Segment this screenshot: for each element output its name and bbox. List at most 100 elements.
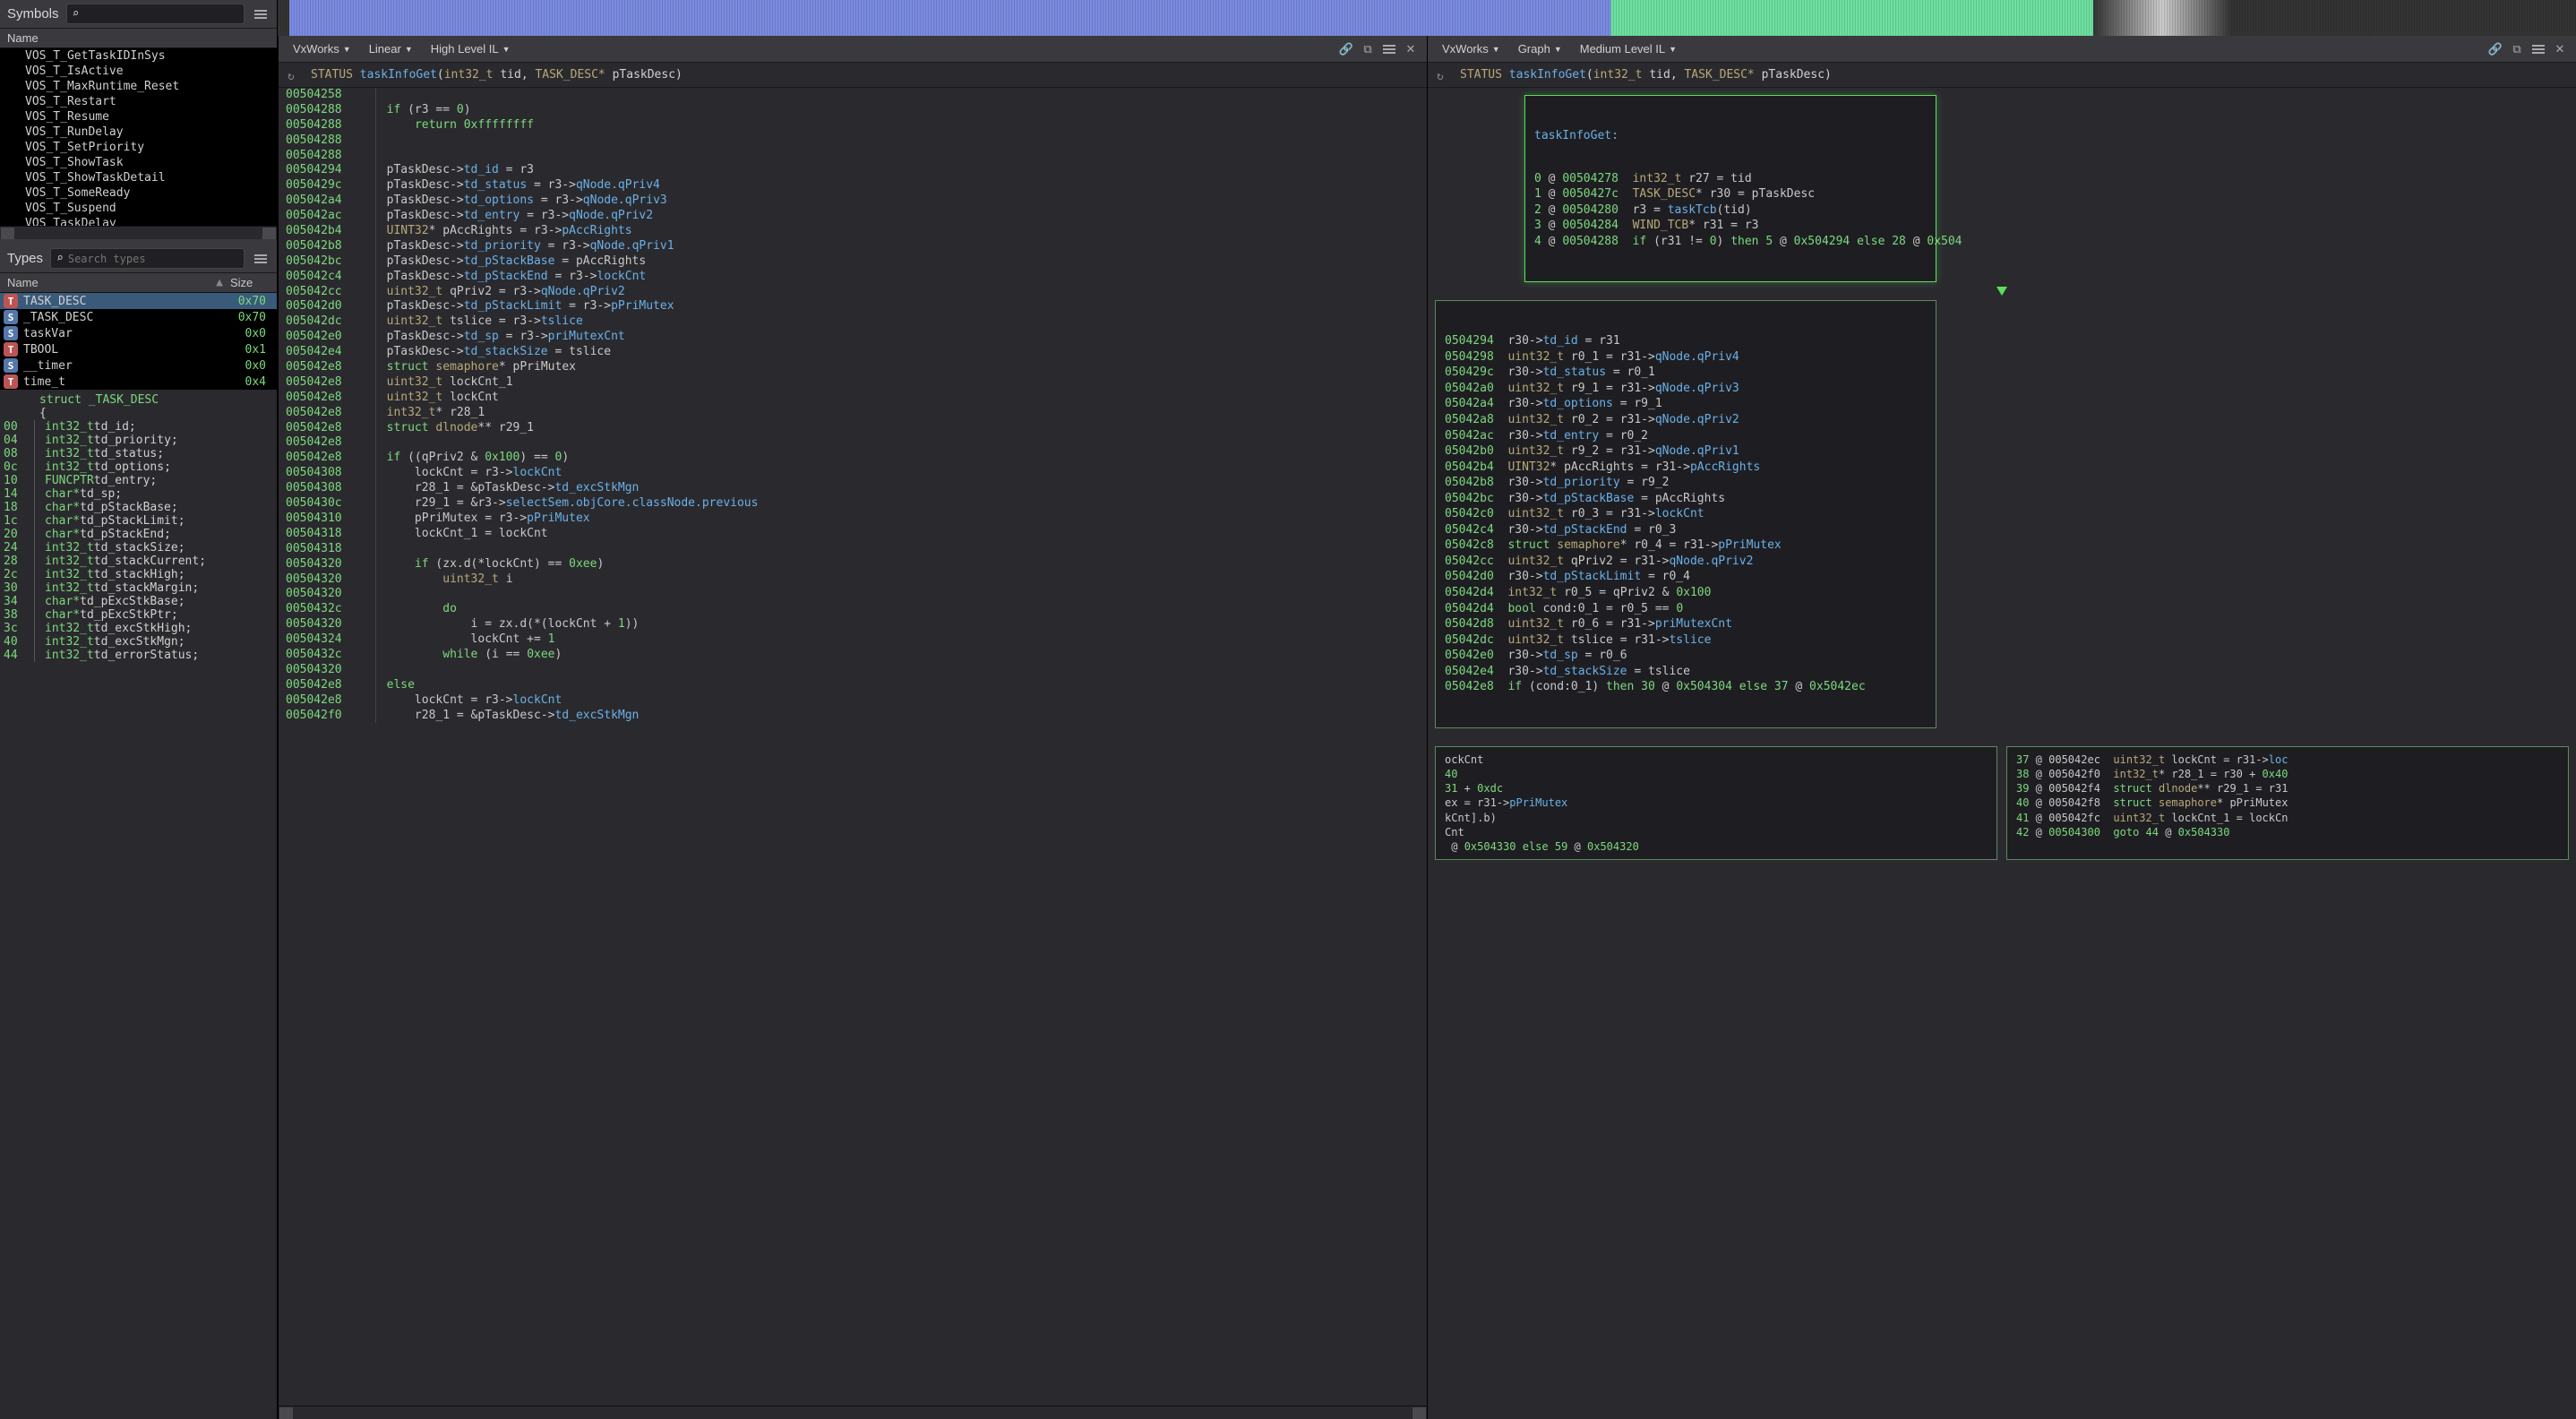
graph-line[interactable]: 05042d0 r30->td_pStackLimit = r0_4 xyxy=(1445,569,1927,585)
code-line[interactable]: 00504320 xyxy=(279,587,1427,602)
symbol-item[interactable]: VOS_T_SetPriority xyxy=(0,140,277,155)
graph-line[interactable]: 05042d4 bool cond:0_1 = r0_5 == 0 xyxy=(1445,601,1927,617)
graph-line[interactable]: 05042b8 r30->td_priority = r9_2 xyxy=(1445,475,1927,491)
symbol-item[interactable]: VOS_T_RunDelay xyxy=(0,125,277,140)
graph-node-main[interactable]: 0504294 r30->td_id = r310504298 uint32_t… xyxy=(1435,300,1936,728)
symbol-item[interactable]: VOS_T_Suspend xyxy=(0,201,277,216)
scroll-right-icon[interactable] xyxy=(1413,1407,1426,1419)
graph-line[interactable]: 38 @ 005042f0 int32_t* r28_1 = r30 + 0x4… xyxy=(2016,767,2559,781)
symbols-hscroll[interactable] xyxy=(0,226,277,239)
code-line[interactable]: 005042b8pTaskDesc->td_priority = r3->qNo… xyxy=(279,239,1427,254)
code-line[interactable]: 00504318 lockCnt_1 = lockCnt xyxy=(279,527,1427,542)
struct-field[interactable]: 28 int32_t td_stackCurrent; xyxy=(0,555,277,568)
code-line[interactable]: 0050429cpTaskDesc->td_status = r3->qNode… xyxy=(279,178,1427,194)
symbol-item[interactable]: VOS_T_MaxRuntime_Reset xyxy=(0,79,277,94)
code-line[interactable]: 00504320 i = zx.d(*(lockCnt + 1)) xyxy=(279,617,1427,632)
symbol-item[interactable]: VOS_T_ShowTaskDetail xyxy=(0,170,277,185)
graph-line[interactable]: 05042b4 UINT32* pAccRights = r31->pAccRi… xyxy=(1445,460,1927,476)
graph-line[interactable]: Cnt xyxy=(1445,825,1988,839)
code-line[interactable]: 00504308 r28_1 = &pTaskDesc->td_excStkMg… xyxy=(279,481,1427,496)
type-row[interactable]: S__timer0x0 xyxy=(0,357,277,374)
symbol-item[interactable]: VOS_T_IsActive xyxy=(0,64,277,79)
type-row[interactable]: S_TASK_DESC0x70 xyxy=(0,309,277,325)
code-line[interactable]: 005042e0pTaskDesc->td_sp = r3->priMutexC… xyxy=(279,330,1427,345)
graph-line[interactable]: 37 @ 005042ec uint32_t lockCnt = r31->lo… xyxy=(2016,752,2559,767)
code-line[interactable]: 005042dcuint32_t tslice = r3->tslice xyxy=(279,314,1427,330)
code-line[interactable]: 00504320 if (zx.d(*lockCnt) == 0xee) xyxy=(279,557,1427,572)
code-line[interactable]: 00504320 xyxy=(279,663,1427,678)
split-icon[interactable]: ⧉ xyxy=(1359,40,1377,58)
types-search-input[interactable] xyxy=(68,253,238,265)
struct-field[interactable]: 2c int32_t td_stackHigh; xyxy=(0,568,277,581)
symbols-col-name[interactable]: Name xyxy=(0,29,277,48)
graph-line[interactable]: 05042dc uint32_t tslice = r31->tslice xyxy=(1445,632,1927,649)
graph-line[interactable]: 05042cc uint32_t qPriv2 = r31->qNode.qPr… xyxy=(1445,554,1927,570)
graph-line[interactable]: 050429c r30->td_status = r0_1 xyxy=(1445,365,1927,381)
struct-field[interactable]: 00 int32_t td_id; xyxy=(0,420,277,434)
symbol-item[interactable]: VOS_TaskDelay xyxy=(0,216,277,226)
view-dropdown[interactable]: Graph▼ xyxy=(1511,39,1569,58)
struct-field[interactable]: 18 char* td_pStackBase; xyxy=(0,501,277,514)
graph-node-right[interactable]: 37 @ 005042ec uint32_t lockCnt = r31->lo… xyxy=(2006,746,2569,860)
graph-line[interactable]: 05042a4 r30->td_options = r9_1 xyxy=(1445,396,1927,412)
graph-line[interactable]: 42 @ 00504300 goto 44 @ 0x504330 xyxy=(2016,825,2559,839)
graph-line[interactable]: 05042ac r30->td_entry = r0_2 xyxy=(1445,428,1927,444)
graph-line[interactable]: 05042e4 r30->td_stackSize = tslice xyxy=(1445,664,1927,680)
code-line[interactable]: 005042acpTaskDesc->td_entry = r3->qNode.… xyxy=(279,209,1427,224)
code-line[interactable]: 005042e8 lockCnt = r3->lockCnt xyxy=(279,693,1427,709)
graph-line[interactable]: 05042c8 struct semaphore* r0_4 = r31->pP… xyxy=(1445,538,1927,554)
types-menu-icon[interactable] xyxy=(252,252,270,266)
struct-field[interactable]: 14 char* td_sp; xyxy=(0,487,277,501)
hlil-hscroll[interactable] xyxy=(279,1406,1427,1419)
graph-line[interactable]: 0504294 r30->td_id = r31 xyxy=(1445,333,1927,349)
struct-field[interactable]: 34 char* td_pExcStkBase; xyxy=(0,595,277,608)
code-line[interactable]: 00504318 xyxy=(279,542,1427,557)
code-line[interactable]: 00504310 pPriMutex = r3->pPriMutex xyxy=(279,512,1427,527)
graph-line[interactable]: 40 @ 005042f8 struct semaphore* pPriMute… xyxy=(2016,796,2559,810)
struct-field[interactable]: 38 char* td_pExcStkPtr; xyxy=(0,608,277,622)
graph-line[interactable]: 05042b0 uint32_t r9_2 = r31->qNode.qPriv… xyxy=(1445,443,1927,460)
graph-line[interactable]: 2 @ 00504280 r3 = taskTcb(tid) xyxy=(1534,202,1927,219)
symbols-search-input[interactable] xyxy=(83,8,238,21)
graph-line[interactable]: 05042e0 r30->td_sp = r0_6 xyxy=(1445,648,1927,664)
graph-node-entry[interactable]: taskInfoGet: 0 @ 00504278 int32_t r27 = … xyxy=(1524,95,1936,282)
struct-field[interactable]: 24 int32_t td_stackSize; xyxy=(0,541,277,555)
graph-line[interactable]: 05042c0 uint32_t r0_3 = r31->lockCnt xyxy=(1445,506,1927,522)
code-line[interactable]: 005042c4pTaskDesc->td_pStackEnd = r3->lo… xyxy=(279,270,1427,285)
struct-field[interactable]: 10 FUNCPTR td_entry; xyxy=(0,474,277,487)
close-icon[interactable]: ✕ xyxy=(2551,40,2569,58)
struct-field[interactable]: 30 int32_t td_stackMargin; xyxy=(0,581,277,595)
code-line[interactable]: 00504294pTaskDesc->td_id = r3 xyxy=(279,163,1427,178)
scroll-left-icon[interactable] xyxy=(279,1407,293,1419)
view-dropdown[interactable]: VxWorks▼ xyxy=(286,39,358,58)
code-line[interactable]: 005042e8int32_t* r28_1 xyxy=(279,406,1427,421)
graph-line[interactable]: 0 @ 00504278 int32_t r27 = tid xyxy=(1534,171,1927,187)
graph-line[interactable]: 05042c4 r30->td_pStackEnd = r0_3 xyxy=(1445,522,1927,538)
graph-node-left[interactable]: ockCnt4031 + 0xdcex = r31->pPriMutexkCnt… xyxy=(1435,746,1997,860)
pane-menu-icon[interactable] xyxy=(1380,42,1398,56)
graph-line[interactable]: kCnt].b) xyxy=(1445,811,1988,825)
code-line[interactable]: 00504258 xyxy=(279,88,1427,103)
code-line[interactable]: 0050430c r29_1 = &r3->selectSem.objCore.… xyxy=(279,496,1427,512)
code-line[interactable]: 00504288 xyxy=(279,149,1427,164)
graph-line[interactable]: ex = r31->pPriMutex xyxy=(1445,796,1988,810)
mlil-func-sig[interactable]: ↻ STATUS taskInfoGet(int32_t tid, TASK_D… xyxy=(1428,63,2576,88)
struct-field[interactable]: 44 int32_t td_errorStatus; xyxy=(0,649,277,662)
code-line[interactable]: 005042e8uint32_t lockCnt_1 xyxy=(279,375,1427,391)
graph-line[interactable]: 05042a0 uint32_t r9_1 = r31->qNode.qPriv… xyxy=(1445,381,1927,397)
graph-line[interactable]: ockCnt xyxy=(1445,752,1988,767)
code-line[interactable]: 00504324 lockCnt += 1 xyxy=(279,632,1427,648)
symbol-item[interactable]: VOS_T_SomeReady xyxy=(0,185,277,201)
pane-menu-icon[interactable] xyxy=(2529,42,2547,56)
struct-field[interactable]: 3c int32_t td_excStkHigh; xyxy=(0,622,277,635)
graph-line[interactable]: @ 0x504330 else 59 @ 0x504320 xyxy=(1445,839,1988,854)
symbols-list[interactable]: Name VOS_T_GetTaskIDInSysVOS_T_IsActiveV… xyxy=(0,29,277,226)
code-line[interactable]: 005042e8 xyxy=(279,435,1427,451)
view-dropdown[interactable]: VxWorks▼ xyxy=(1435,39,1507,58)
types-search[interactable]: ⌕ xyxy=(50,248,245,269)
refresh-icon[interactable]: ↻ xyxy=(288,70,295,83)
types-col-name[interactable]: Name xyxy=(0,273,216,292)
feature-map[interactable] xyxy=(278,0,2576,36)
code-line[interactable]: 005042b4UINT32* pAccRights = r3->pAccRig… xyxy=(279,224,1427,239)
symbols-menu-icon[interactable] xyxy=(252,7,270,22)
